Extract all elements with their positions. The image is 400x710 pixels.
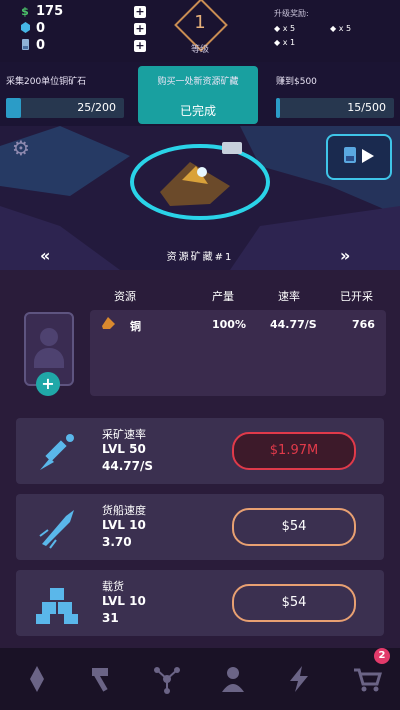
quest-bar: 采集200单位铜矿石 25/200 购买一处新资源矿藏 已完成 赚到$500 1… (0, 64, 400, 126)
upgrade-level: LVL 10 (102, 518, 146, 532)
header-resource: 资源 (114, 290, 136, 303)
rocket-icon (36, 506, 80, 550)
shop-notification-badge: 2 (374, 648, 390, 664)
site-navigation: « 资源矿藏#1 » (0, 244, 400, 268)
header-rate: 速率 (278, 290, 300, 303)
reward-item: ◆ x 1 (274, 38, 296, 47)
upgrade-value: 44.77/S (102, 459, 153, 473)
copper-ore-icon (100, 316, 116, 333)
level-label: 等级 (190, 45, 209, 55)
resource-yield: 100% (212, 318, 246, 331)
next-site-button[interactable]: » (340, 246, 350, 265)
cargo-boxes-icon (36, 582, 80, 626)
gem-icon: ◆ (330, 24, 337, 33)
quest-title: 采集200单位铜矿石 (6, 77, 87, 87)
gem-icon (20, 21, 30, 36)
add-gems-button[interactable]: + (134, 23, 146, 35)
play-icon (362, 148, 374, 167)
upgrade-value: 31 (102, 611, 119, 625)
quest-progress-fill (6, 98, 21, 118)
top-bar: $ 175 0 0 + + + 1 等级 升级奖励: ◆ x 5 ◆ x 5 ◆… (0, 0, 400, 62)
card-value: 0 (36, 38, 46, 53)
upgrade-mining-rate: 采矿速率 LVL 50 44.77/S $1.97M (16, 418, 384, 484)
lightning-icon[interactable] (284, 664, 314, 694)
reward-item: ◆ x 5 (330, 24, 352, 33)
gem-stat: 0 (20, 21, 45, 36)
upgrade-cargo: 载货 LVL 10 31 $54 (16, 570, 384, 636)
quest-progress-text: 25/200 (77, 101, 116, 114)
settings-gear-icon[interactable]: ⚙ (12, 136, 30, 160)
wrench-icon: ◆ (274, 24, 281, 33)
boost-play-button[interactable] (326, 134, 392, 180)
upgrade-buy-button[interactable]: $54 (232, 508, 356, 546)
header-yield: 产量 (212, 290, 234, 303)
manager-icon[interactable] (218, 664, 248, 694)
hammer-icon[interactable] (86, 664, 116, 694)
level-rewards-title: 升级奖励: (274, 9, 309, 18)
crystal-icon[interactable] (22, 664, 52, 694)
quest-progress-bar: 15/500 (276, 98, 394, 118)
card-icon (20, 38, 30, 53)
upgrade-level: LVL 10 (102, 594, 146, 608)
card-icon (344, 147, 356, 167)
avatar-body-icon (34, 348, 64, 368)
quest-card[interactable]: 赚到$500 15/500 (270, 66, 400, 124)
level-number: 1 (194, 12, 206, 33)
resource-name: 铜 (130, 320, 141, 333)
quest-progress-text: 15/500 (347, 101, 386, 114)
quest-title: 赚到$500 (276, 77, 317, 87)
wrench-icon: ◆ (274, 38, 281, 47)
add-money-button[interactable]: + (134, 6, 146, 18)
resource-mined: 766 (352, 318, 375, 331)
upgrade-name: 载货 (102, 580, 124, 593)
quest-progress-fill (276, 98, 280, 118)
quest-progress-bar: 25/200 (6, 98, 124, 118)
network-icon[interactable] (152, 664, 182, 694)
resource-rate: 44.77/S (270, 318, 317, 331)
upgrade-buy-button[interactable]: $54 (232, 584, 356, 622)
level-badge[interactable]: 1 等级 (174, 0, 228, 55)
header-mined: 已开采 (340, 290, 373, 303)
avatar-head-icon (40, 328, 58, 346)
quest-card-completed[interactable]: 购买一处新资源矿藏 已完成 (138, 66, 258, 124)
add-cards-button[interactable]: + (134, 40, 146, 52)
add-manager-button[interactable]: + (36, 372, 60, 396)
upgrade-buy-button[interactable]: $1.97M (232, 432, 356, 470)
money-value: 175 (36, 4, 64, 19)
quest-card[interactable]: 采集200单位铜矿石 25/200 (0, 66, 130, 124)
drill-icon (36, 430, 80, 474)
upgrade-value: 3.70 (102, 535, 132, 549)
upgrade-name: 采矿速率 (102, 428, 146, 441)
money-stat: $ 175 (20, 4, 63, 19)
quest-title: 购买一处新资源矿藏 (157, 77, 239, 87)
dollar-icon: $ (21, 5, 29, 18)
shop-cart-icon[interactable] (352, 664, 383, 694)
bottom-nav (0, 648, 400, 710)
quest-status: 已完成 (179, 104, 216, 118)
gem-value: 0 (36, 21, 46, 36)
upgrade-ship-speed: 货船速度 LVL 10 3.70 $54 (16, 494, 384, 560)
upgrade-level: LVL 50 (102, 442, 146, 456)
reward-item: ◆ x 5 (274, 24, 296, 33)
upgrade-name: 货船速度 (102, 504, 146, 517)
card-stat: 0 (20, 38, 45, 53)
resource-row: 铜 100% 44.77/S 766 (90, 310, 386, 396)
